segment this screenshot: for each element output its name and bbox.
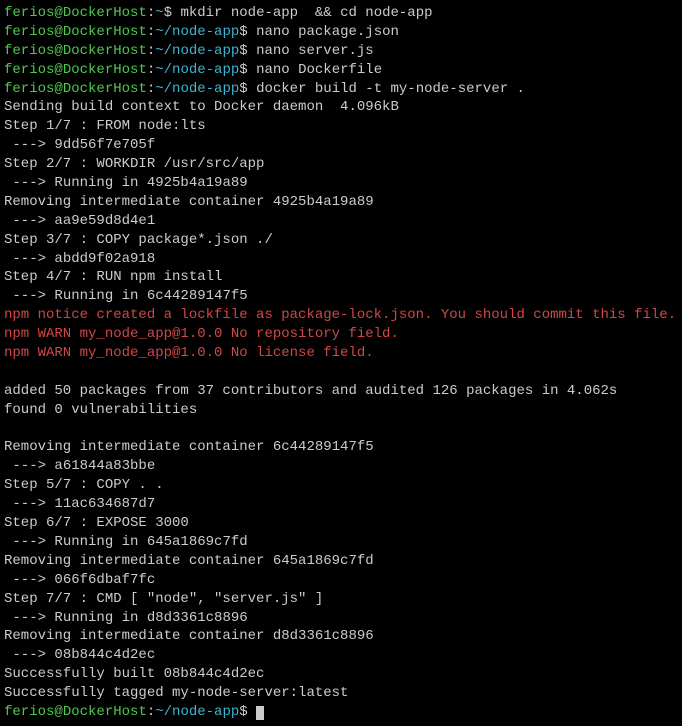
prompt-user: ferios xyxy=(4,62,54,78)
output-line: Removing intermediate container 4925b4a1… xyxy=(4,193,678,212)
output-line: ---> Running in d8d3361c8896 xyxy=(4,609,678,628)
terminal[interactable]: ferios@DockerHost:~$ mkdir node-app && c… xyxy=(4,4,678,722)
prompt-colon: : xyxy=(147,81,155,97)
output-line: Removing intermediate container d8d3361c… xyxy=(4,627,678,646)
prompt-user: ferios xyxy=(4,704,54,720)
prompt-path: ~/node-app xyxy=(155,704,239,720)
prompt-line: ferios@DockerHost:~/node-app$ nano Docke… xyxy=(4,61,678,80)
command-text: docker build -t my-node-server . xyxy=(256,81,525,97)
output-line: added 50 packages from 37 contributors a… xyxy=(4,382,678,401)
prompt-user: ferios xyxy=(4,81,54,97)
output-line: Successfully tagged my-node-server:lates… xyxy=(4,684,678,703)
prompt-path: ~/node-app xyxy=(155,24,239,40)
output-line xyxy=(4,420,678,439)
output-line: Removing intermediate container 645a1869… xyxy=(4,552,678,571)
output-line: ---> aa9e59d8d4e1 xyxy=(4,212,678,231)
output-line: ---> Running in 6c44289147f5 xyxy=(4,287,678,306)
prompt-dollar: $ xyxy=(239,81,256,97)
output-line: Sending build context to Docker daemon 4… xyxy=(4,98,678,117)
prompt-dollar: $ xyxy=(164,5,181,21)
prompt-path: ~/node-app xyxy=(155,81,239,97)
output-line: ---> Running in 645a1869c7fd xyxy=(4,533,678,552)
output-line: Step 3/7 : COPY package*.json ./ xyxy=(4,231,678,250)
npm-output-line: npm WARN my_node_app@1.0.0 No license fi… xyxy=(4,344,678,363)
prompt-colon: : xyxy=(147,62,155,78)
output-line: Step 2/7 : WORKDIR /usr/src/app xyxy=(4,155,678,174)
command-text: nano package.json xyxy=(256,24,399,40)
prompt-host: DockerHost xyxy=(63,62,147,78)
npm-output-line: npm WARN my_node_app@1.0.0 No repository… xyxy=(4,325,678,344)
output-line: Step 6/7 : EXPOSE 3000 xyxy=(4,514,678,533)
output-line: ---> 9dd56f7e705f xyxy=(4,136,678,155)
prompt-at: @ xyxy=(54,704,62,720)
output-line: Removing intermediate container 6c442891… xyxy=(4,438,678,457)
output-line xyxy=(4,363,678,382)
output-line: ---> abdd9f02a918 xyxy=(4,250,678,269)
prompt-path: ~/node-app xyxy=(155,43,239,59)
prompt-at: @ xyxy=(54,43,62,59)
command-text: nano server.js xyxy=(256,43,374,59)
prompt-colon: : xyxy=(147,43,155,59)
output-line: ---> a61844a83bbe xyxy=(4,457,678,476)
output-line: Successfully built 08b844c4d2ec xyxy=(4,665,678,684)
output-line: Step 7/7 : CMD [ "node", "server.js" ] xyxy=(4,590,678,609)
command-text: nano Dockerfile xyxy=(256,62,382,78)
npm-output-line: npm notice created a lockfile as package… xyxy=(4,306,678,325)
prompt-user: ferios xyxy=(4,24,54,40)
prompt-dollar: $ xyxy=(239,24,256,40)
output-line: Step 4/7 : RUN npm install xyxy=(4,268,678,287)
prompt-dollar: $ xyxy=(239,43,256,59)
prompt-host: DockerHost xyxy=(63,81,147,97)
prompt-user: ferios xyxy=(4,5,54,21)
prompt-path: ~/node-app xyxy=(155,62,239,78)
prompt-line: ferios@DockerHost:~/node-app$ docker bui… xyxy=(4,80,678,99)
output-line: Step 1/7 : FROM node:lts xyxy=(4,117,678,136)
prompt-at: @ xyxy=(54,81,62,97)
output-line: ---> 066f6dbaf7fc xyxy=(4,571,678,590)
output-line: ---> 08b844c4d2ec xyxy=(4,646,678,665)
prompt-colon: : xyxy=(147,24,155,40)
prompt-colon: : xyxy=(147,5,155,21)
prompt-at: @ xyxy=(54,62,62,78)
prompt-line: ferios@DockerHost:~/node-app$ nano serve… xyxy=(4,42,678,61)
prompt-line: ferios@DockerHost:~/node-app$ nano packa… xyxy=(4,23,678,42)
cursor xyxy=(256,706,264,720)
prompt-line: ferios@DockerHost:~/node-app$ xyxy=(4,703,678,722)
prompt-user: ferios xyxy=(4,43,54,59)
prompt-dollar: $ xyxy=(239,704,256,720)
output-line: Step 5/7 : COPY . . xyxy=(4,476,678,495)
prompt-dollar: $ xyxy=(239,62,256,78)
prompt-at: @ xyxy=(54,5,62,21)
prompt-at: @ xyxy=(54,24,62,40)
output-line: ---> 11ac634687d7 xyxy=(4,495,678,514)
output-line: ---> Running in 4925b4a19a89 xyxy=(4,174,678,193)
prompt-line: ferios@DockerHost:~$ mkdir node-app && c… xyxy=(4,4,678,23)
prompt-host: DockerHost xyxy=(63,704,147,720)
prompt-host: DockerHost xyxy=(63,24,147,40)
prompt-host: DockerHost xyxy=(63,5,147,21)
command-text: mkdir node-app && cd node-app xyxy=(180,5,432,21)
prompt-colon: : xyxy=(147,704,155,720)
prompt-path: ~ xyxy=(155,5,163,21)
prompt-host: DockerHost xyxy=(63,43,147,59)
output-line: found 0 vulnerabilities xyxy=(4,401,678,420)
